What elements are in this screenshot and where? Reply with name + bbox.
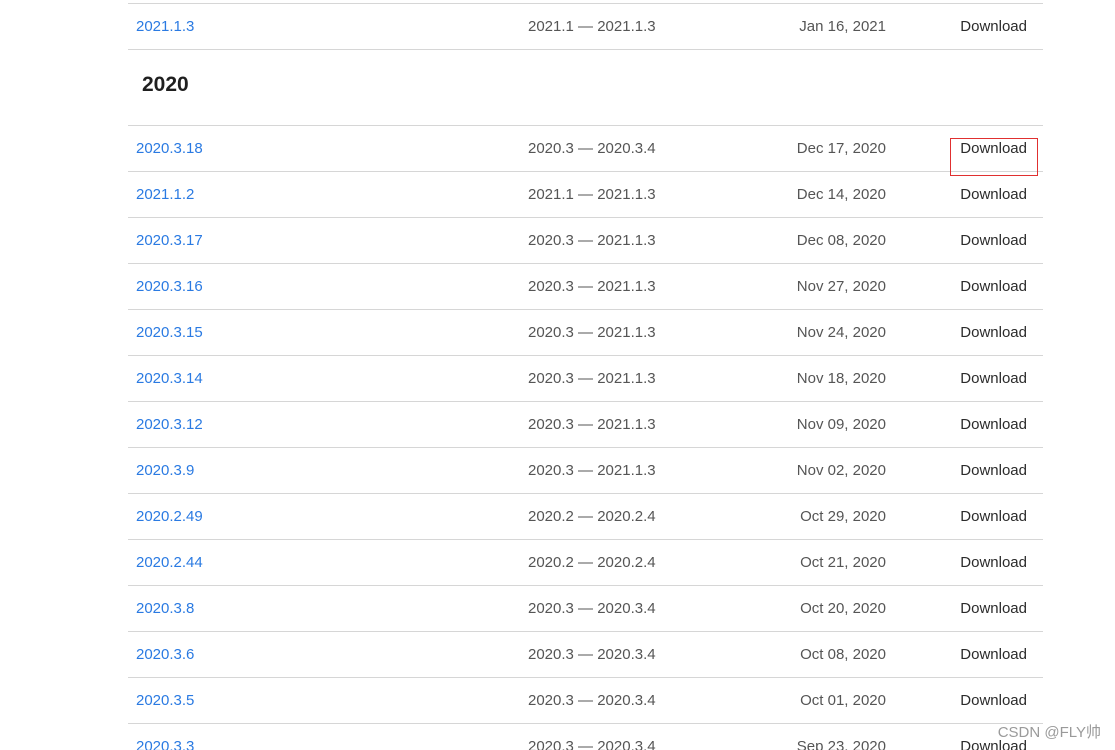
download-link[interactable]: Download — [960, 310, 1027, 356]
version-link[interactable]: 2020.3.9 — [136, 448, 194, 494]
version-link[interactable]: 2020.3.14 — [136, 356, 203, 402]
release-date: Oct 01, 2020 — [800, 692, 886, 709]
version-link[interactable]: 2020.3.5 — [136, 678, 194, 724]
download-link[interactable]: Download — [960, 678, 1027, 724]
table-row: 2020.3.16 2020.3 — 2021.1.3 Nov 27, 2020… — [128, 263, 1043, 309]
watermark: CSDN @FLY帅 — [997, 724, 1101, 741]
table-row: 2020.3.5 2020.3 — 2020.3.4 Oct 01, 2020 … — [128, 677, 1043, 723]
release-date: Nov 09, 2020 — [796, 416, 886, 433]
table-row: 2020.2.44 2020.2 — 2020.2.4 Oct 21, 2020… — [128, 539, 1043, 585]
releases-page: 2021.1.3 2021.1 — 2021.1.3 Jan 16, 2021 … — [0, 0, 1115, 750]
download-link[interactable]: Download — [960, 448, 1027, 494]
release-date: Sep 23, 2020 — [796, 738, 886, 750]
version-link[interactable]: 2020.3.12 — [136, 402, 203, 448]
compatible-range: 2020.3 — 2021.1.3 — [528, 416, 656, 433]
compatible-range: 2020.3 — 2021.1.3 — [528, 462, 656, 479]
compatible-range: 2020.3 — 2020.3.4 — [528, 600, 656, 617]
release-table: 2021.1.3 2021.1 — 2021.1.3 Jan 16, 2021 … — [128, 3, 1043, 750]
download-link[interactable]: Download — [960, 494, 1027, 540]
release-date: Oct 20, 2020 — [800, 600, 886, 617]
download-link[interactable]: Download — [960, 356, 1027, 402]
compatible-range: 2020.3 — 2021.1.3 — [528, 370, 656, 387]
version-link[interactable]: 2021.1.2 — [136, 172, 194, 218]
table-row: 2020.3.14 2020.3 — 2021.1.3 Nov 18, 2020… — [128, 355, 1043, 401]
release-date: Nov 02, 2020 — [796, 462, 886, 479]
compatible-range: 2020.2 — 2020.2.4 — [528, 508, 656, 525]
version-link[interactable]: 2020.3.18 — [136, 126, 203, 172]
download-link[interactable]: Download — [960, 402, 1027, 448]
release-date: Dec 08, 2020 — [796, 232, 886, 249]
version-link[interactable]: 2020.2.49 — [136, 494, 203, 540]
table-row: 2020.3.18 2020.3 — 2020.3.4 Dec 17, 2020… — [128, 125, 1043, 171]
download-link[interactable]: Download — [960, 540, 1027, 586]
compatible-range: 2020.3 — 2020.3.4 — [528, 646, 656, 663]
table-row: 2020.3.15 2020.3 — 2021.1.3 Nov 24, 2020… — [128, 309, 1043, 355]
compatible-range: 2021.1 — 2021.1.3 — [528, 18, 656, 35]
version-link[interactable]: 2020.3.15 — [136, 310, 203, 356]
table-row: 2020.3.17 2020.3 — 2021.1.3 Dec 08, 2020… — [128, 217, 1043, 263]
release-date: Dec 14, 2020 — [796, 186, 886, 203]
compatible-range: 2020.3 — 2020.3.4 — [528, 692, 656, 709]
download-link[interactable]: Download — [960, 126, 1027, 172]
year-section-2020: 2020 — [128, 49, 1043, 125]
download-link[interactable]: Download — [960, 264, 1027, 310]
release-date: Dec 17, 2020 — [796, 140, 886, 157]
table-row: 2020.3.3 2020.3 — 2020.3.4 Sep 23, 2020 … — [128, 723, 1043, 750]
section-heading: 2020 — [142, 73, 189, 96]
download-link[interactable]: Download — [960, 218, 1027, 264]
release-date: Jan 16, 2021 — [799, 18, 886, 35]
download-link[interactable]: Download — [960, 172, 1027, 218]
download-link[interactable]: Download — [960, 632, 1027, 678]
compatible-range: 2020.3 — 2021.1.3 — [528, 232, 656, 249]
release-date: Oct 29, 2020 — [800, 508, 886, 525]
table-row: 2021.1.3 2021.1 — 2021.1.3 Jan 16, 2021 … — [128, 3, 1043, 49]
version-link[interactable]: 2020.2.44 — [136, 540, 203, 586]
version-link[interactable]: 2021.1.3 — [136, 4, 194, 50]
table-row: 2021.1.2 2021.1 — 2021.1.3 Dec 14, 2020 … — [128, 171, 1043, 217]
release-date: Nov 27, 2020 — [796, 278, 886, 295]
compatible-range: 2020.3 — 2021.1.3 — [528, 324, 656, 341]
table-row: 2020.3.8 2020.3 — 2020.3.4 Oct 20, 2020 … — [128, 585, 1043, 631]
compatible-range: 2020.2 — 2020.2.4 — [528, 554, 656, 571]
table-row: 2020.3.12 2020.3 — 2021.1.3 Nov 09, 2020… — [128, 401, 1043, 447]
compatible-range: 2020.3 — 2020.3.4 — [528, 738, 656, 750]
version-link[interactable]: 2020.3.6 — [136, 632, 194, 678]
compatible-range: 2021.1 — 2021.1.3 — [528, 186, 656, 203]
version-link[interactable]: 2020.3.8 — [136, 586, 194, 632]
table-row: 2020.3.6 2020.3 — 2020.3.4 Oct 08, 2020 … — [128, 631, 1043, 677]
download-link[interactable]: Download — [960, 4, 1027, 50]
release-date: Oct 21, 2020 — [800, 554, 886, 571]
download-link[interactable]: Download — [960, 586, 1027, 632]
version-link[interactable]: 2020.3.17 — [136, 218, 203, 264]
table-row: 2020.3.9 2020.3 — 2021.1.3 Nov 02, 2020 … — [128, 447, 1043, 493]
release-date: Oct 08, 2020 — [800, 646, 886, 663]
table-row: 2020.2.49 2020.2 — 2020.2.4 Oct 29, 2020… — [128, 493, 1043, 539]
compatible-range: 2020.3 — 2021.1.3 — [528, 278, 656, 295]
version-link[interactable]: 2020.3.16 — [136, 264, 203, 310]
release-date: Nov 18, 2020 — [796, 370, 886, 387]
compatible-range: 2020.3 — 2020.3.4 — [528, 140, 656, 157]
version-link[interactable]: 2020.3.3 — [136, 724, 194, 750]
release-date: Nov 24, 2020 — [796, 324, 886, 341]
